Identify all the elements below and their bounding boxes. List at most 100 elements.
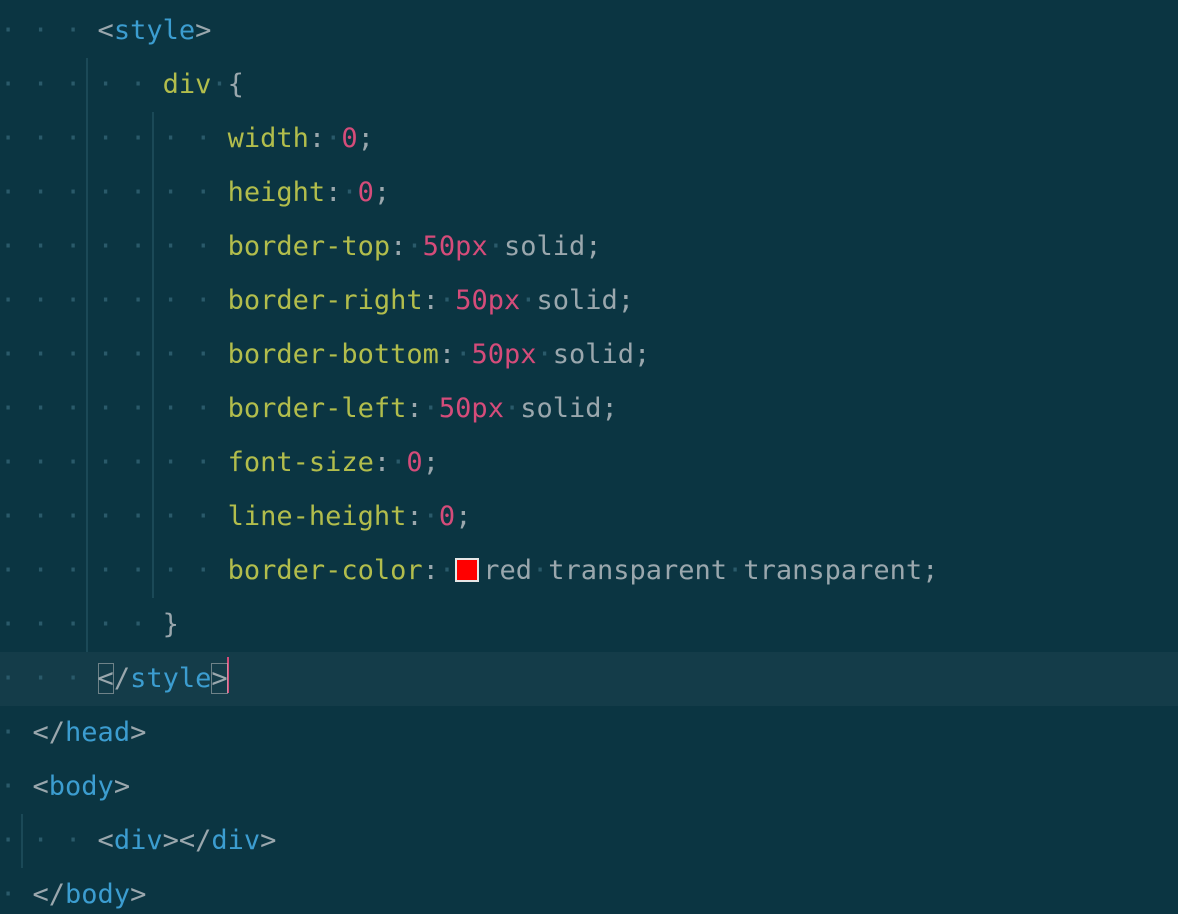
indent-whitespace: · · · — [0, 663, 98, 694]
code-token: ; — [618, 285, 634, 316]
indent-guide — [86, 274, 88, 328]
code-line[interactable]: · </head> — [0, 706, 1178, 760]
code-token: ; — [358, 123, 374, 154]
code-line[interactable]: · · · · · · · height:·0; — [0, 166, 1178, 220]
code-token: > — [130, 879, 146, 910]
code-line[interactable]: · · · · · · · border-left:·50px·solid; — [0, 382, 1178, 436]
code-token: · — [341, 177, 357, 208]
code-token: border-top — [228, 231, 391, 262]
code-line[interactable]: · · · · · } — [0, 598, 1178, 652]
indent-guide — [152, 328, 154, 382]
code-token: 50px — [423, 231, 488, 262]
code-token: / — [114, 663, 130, 694]
indent-whitespace: · · · · · — [0, 69, 163, 100]
code-token: > — [130, 717, 146, 748]
color-swatch-icon — [455, 558, 479, 582]
code-token: · — [488, 231, 504, 262]
code-token: < — [98, 15, 114, 46]
code-line[interactable]: · · · <style> — [0, 4, 1178, 58]
code-line[interactable]: · · · · · div·{ — [0, 58, 1178, 112]
code-line[interactable]: · · · · · · · border-color:·red·transpar… — [0, 544, 1178, 598]
code-token: border-left — [228, 393, 407, 424]
code-token: } — [163, 609, 179, 640]
code-line[interactable]: · · · · · · · line-height:·0; — [0, 490, 1178, 544]
code-token: < — [33, 717, 49, 748]
code-token: · — [406, 231, 422, 262]
code-token: border-color — [228, 555, 423, 586]
code-token: : — [406, 501, 422, 532]
code-token: line-height — [228, 501, 407, 532]
code-token: height — [228, 177, 326, 208]
text-cursor — [227, 657, 229, 693]
code-line[interactable]: · · · </style> — [0, 652, 1178, 706]
code-token: 50px — [439, 393, 504, 424]
indent-whitespace: · · · · · · · — [0, 501, 228, 532]
code-token: border-right — [228, 285, 423, 316]
indent-whitespace: · — [0, 879, 33, 910]
code-token: 0 — [406, 447, 422, 478]
code-line[interactable]: · <body> — [0, 760, 1178, 814]
code-token: · — [390, 447, 406, 478]
code-line[interactable]: · · · · · · · border-right:·50px·solid; — [0, 274, 1178, 328]
code-token: red — [483, 555, 532, 586]
code-token: : — [309, 123, 325, 154]
indent-whitespace: · · · · · · · — [0, 555, 228, 586]
code-token: < — [98, 825, 114, 856]
indent-whitespace: · · · — [0, 825, 98, 856]
code-token: transparent — [548, 555, 727, 586]
code-token: · — [504, 393, 520, 424]
code-line[interactable]: · · · · · · · border-top:·50px·solid; — [0, 220, 1178, 274]
code-token: 0 — [439, 501, 455, 532]
code-token: / — [49, 717, 65, 748]
indent-whitespace: · — [0, 717, 33, 748]
indent-whitespace: · · · · · · · — [0, 231, 228, 262]
code-token: width — [228, 123, 309, 154]
indent-whitespace: · · · · · · · — [0, 123, 228, 154]
code-line[interactable]: · · · · · · · font-size:·0; — [0, 436, 1178, 490]
indent-whitespace: · · · · · · · — [0, 447, 228, 478]
indent-guide — [86, 112, 88, 166]
code-token: ; — [374, 177, 390, 208]
code-token: body — [65, 879, 130, 910]
indent-guide — [152, 490, 154, 544]
indent-guide — [86, 436, 88, 490]
code-token: style — [130, 663, 211, 694]
indent-guide — [152, 112, 154, 166]
code-token: > — [211, 663, 227, 694]
code-token: solid — [553, 339, 634, 370]
code-token: / — [49, 879, 65, 910]
code-token: · — [423, 393, 439, 424]
code-line[interactable]: · · · <div></div> — [0, 814, 1178, 868]
indent-guide — [86, 166, 88, 220]
code-token: > — [260, 825, 276, 856]
indent-guide — [86, 490, 88, 544]
code-token: head — [65, 717, 130, 748]
code-token: { — [228, 69, 244, 100]
indent-guide — [152, 382, 154, 436]
code-token: ; — [423, 447, 439, 478]
code-token: / — [195, 825, 211, 856]
indent-whitespace: · · · · · · · — [0, 339, 228, 370]
code-line[interactable]: · · · · · · · width:·0; — [0, 112, 1178, 166]
code-token: · — [727, 555, 743, 586]
code-token: : — [439, 339, 455, 370]
code-token: border-bottom — [228, 339, 439, 370]
indent-guide — [86, 598, 88, 652]
code-token: ; — [634, 339, 650, 370]
code-token: solid — [520, 393, 601, 424]
code-token: · — [211, 69, 227, 100]
code-line[interactable]: · </body> — [0, 868, 1178, 914]
code-token: 0 — [341, 123, 357, 154]
indent-guide — [152, 274, 154, 328]
code-token: transparent — [743, 555, 922, 586]
code-token: solid — [504, 231, 585, 262]
code-token: 50px — [471, 339, 536, 370]
code-token: div — [163, 69, 212, 100]
code-token: ; — [922, 555, 938, 586]
indent-guide — [86, 382, 88, 436]
code-token: < — [33, 771, 49, 802]
code-token: · — [455, 339, 471, 370]
indent-guide — [152, 166, 154, 220]
code-editor[interactable]: · · · <style>· · · · · div·{· · · · · · … — [0, 0, 1178, 914]
code-line[interactable]: · · · · · · · border-bottom:·50px·solid; — [0, 328, 1178, 382]
